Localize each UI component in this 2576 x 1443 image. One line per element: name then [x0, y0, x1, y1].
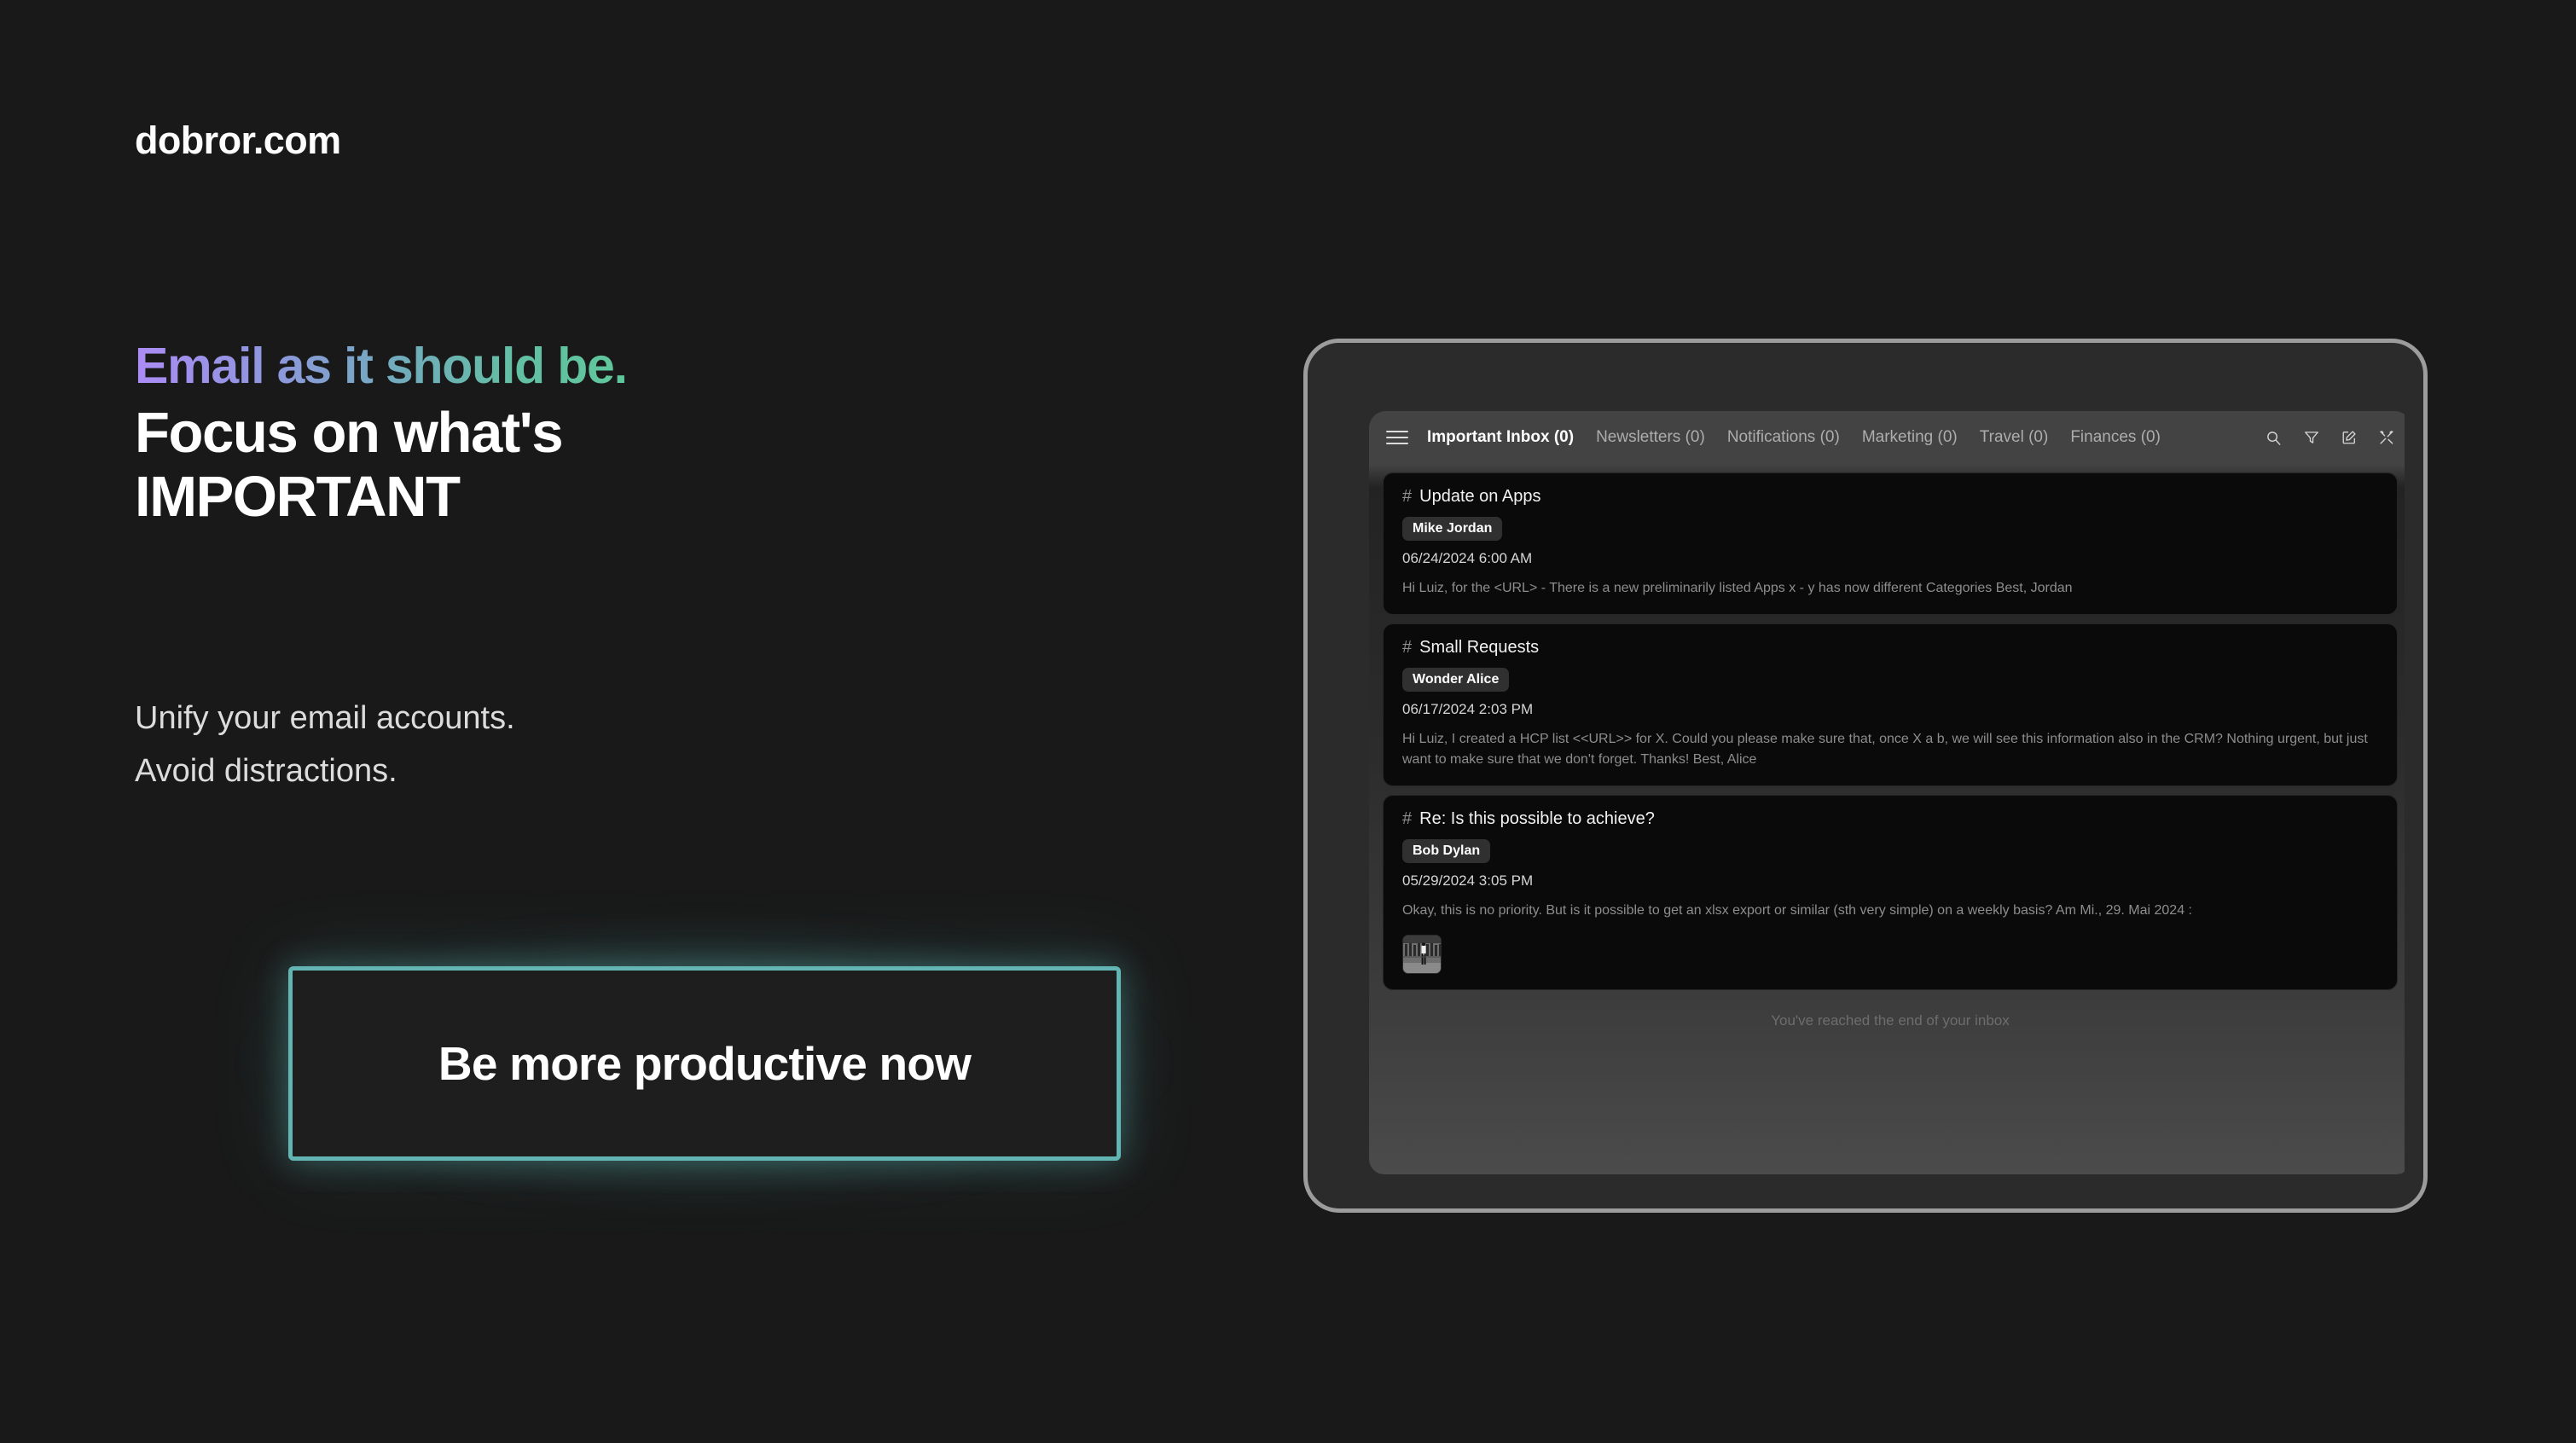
search-icon[interactable] — [2266, 430, 2282, 446]
hero-headline-line1: Focus on what's — [135, 400, 564, 465]
tab-finances[interactable]: Finances (0) — [2070, 428, 2161, 447]
sender-badge: Mike Jordan — [1402, 517, 1503, 541]
tab-newsletters[interactable]: Newsletters (0) — [1596, 428, 1705, 447]
mail-app-panel: Important Inbox (0) Newsletters (0) Noti… — [1369, 411, 2405, 1174]
hero-headline: Focus on what's IMPORTANT — [135, 401, 627, 530]
hero-headline-line2: IMPORTANT — [135, 465, 461, 530]
compose-icon[interactable] — [2341, 430, 2357, 445]
hero-subcopy: Unify your email accounts. Avoid distrac… — [135, 693, 515, 797]
mail-subject-row: # Update on Apps — [1402, 487, 2378, 507]
cta-button-label: Be more productive now — [438, 1037, 972, 1090]
mail-date: 06/24/2024 6:00 AM — [1402, 550, 1533, 566]
be-more-productive-button[interactable]: Be more productive now — [288, 966, 1121, 1161]
filter-icon[interactable] — [2304, 430, 2319, 445]
end-of-inbox-message: You've reached the end of your inbox — [1771, 1012, 2010, 1029]
hash-icon: # — [1402, 487, 1413, 506]
tools-icon[interactable] — [2379, 430, 2394, 445]
tab-important-inbox[interactable]: Important Inbox (0) — [1427, 428, 1574, 447]
hash-icon: # — [1402, 809, 1413, 828]
mail-subject-row: # Small Requests — [1402, 638, 2378, 658]
mail-card[interactable]: # Update on Apps Mike Jordan 06/24/2024 … — [1383, 472, 2398, 615]
toolbar-actions — [2266, 411, 2394, 464]
mail-card[interactable]: # Re: Is this possible to achieve? Bob D… — [1383, 795, 2398, 990]
mail-preview: Hi Luiz, for the <URL> - There is a new … — [1402, 581, 2073, 595]
site-logo[interactable]: dobror.com — [135, 119, 341, 163]
mail-card[interactable]: # Small Requests Wonder Alice 06/17/2024… — [1383, 623, 2398, 786]
hash-icon: # — [1402, 638, 1413, 657]
hero-eyebrow: Email as it should be. — [135, 338, 628, 394]
tab-travel[interactable]: Travel (0) — [1980, 428, 2049, 447]
hero-subcopy-line1: Unify your email accounts. — [135, 700, 515, 736]
mail-subject: Update on Apps — [1419, 487, 1541, 506]
mail-subject: Re: Is this possible to achieve? — [1419, 809, 1655, 828]
sender-badge: Wonder Alice — [1402, 668, 1510, 692]
mail-preview: Hi Luiz, I created a HCP list <<URL>> fo… — [1402, 732, 2368, 767]
sender-badge: Bob Dylan — [1402, 839, 1491, 863]
mail-date: 06/17/2024 2:03 PM — [1402, 701, 1534, 717]
hero-subcopy-line2: Avoid distractions. — [135, 752, 397, 789]
tab-marketing[interactable]: Marketing (0) — [1862, 428, 1958, 447]
mail-subject: Small Requests — [1419, 638, 1540, 657]
cta-container: Be more productive now — [252, 930, 1157, 1197]
device-screen: Important Inbox (0) Newsletters (0) Noti… — [1326, 362, 2405, 1190]
mailbox-tabs: Important Inbox (0) Newsletters (0) Noti… — [1427, 428, 2161, 447]
attachment-thumbnail[interactable] — [1402, 935, 1442, 974]
hamburger-menu-icon[interactable] — [1386, 431, 1408, 444]
hero-headline-block: Email as it should be. Focus on what's I… — [135, 338, 628, 530]
landing-page: dobror.com Email as it should be. Focus … — [0, 0, 2576, 1443]
mail-date: 05/29/2024 3:05 PM — [1402, 872, 1534, 889]
mail-toolbar: Important Inbox (0) Newsletters (0) Noti… — [1369, 411, 2405, 464]
tab-notifications[interactable]: Notifications (0) — [1727, 428, 1840, 447]
mail-list: # Update on Apps Mike Jordan 06/24/2024 … — [1369, 464, 2405, 1029]
tablet-device-frame: Important Inbox (0) Newsletters (0) Noti… — [1303, 339, 2428, 1213]
mail-subject-row: # Re: Is this possible to achieve? — [1402, 809, 2378, 829]
mail-preview: Okay, this is no priority. But is it pos… — [1402, 903, 2192, 918]
